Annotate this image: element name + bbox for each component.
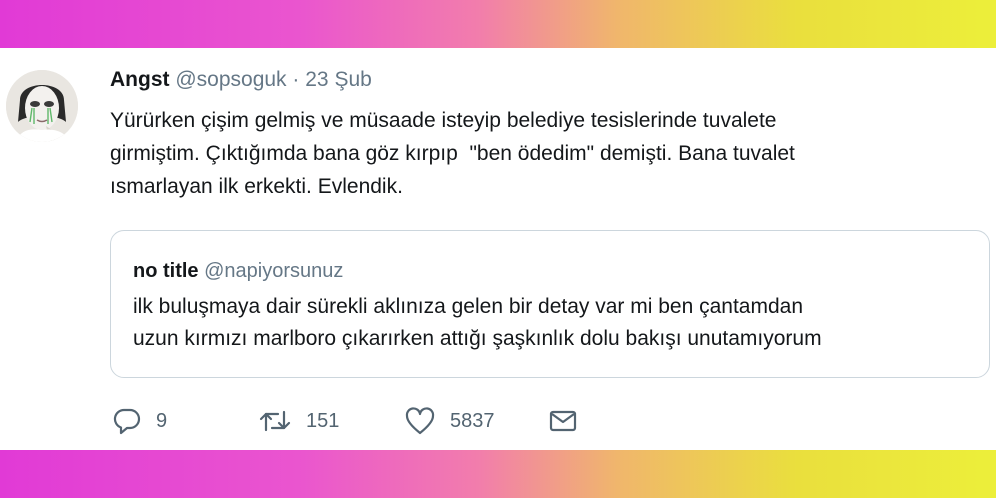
tweet-text: Yürürken çişim gelmiş ve müsaade isteyip… bbox=[110, 104, 970, 203]
retweet-button[interactable]: 151 bbox=[258, 404, 339, 438]
reply-button[interactable]: 9 bbox=[112, 404, 167, 438]
quoted-author-handle: @napiyorsunuz bbox=[204, 260, 344, 282]
tweet-text-line: Yürürken çişim gelmiş ve müsaade isteyip… bbox=[110, 109, 777, 132]
heart-icon bbox=[405, 407, 435, 435]
author-handle[interactable]: @sopsoguk bbox=[175, 68, 286, 91]
author-name[interactable]: Angst bbox=[110, 68, 170, 91]
tweet-card: Angst @sopsoguk · 23 Şub Yürürken çişim … bbox=[0, 48, 996, 450]
reply-count: 9 bbox=[156, 409, 168, 432]
quoted-tweet[interactable]: no title @napiyorsunuz ilk buluşmaya dai… bbox=[110, 230, 990, 378]
tweet-header: Angst @sopsoguk · 23 Şub bbox=[110, 68, 372, 92]
header-separator: · bbox=[292, 68, 300, 91]
gradient-band-bottom bbox=[0, 450, 996, 498]
tweet-text-line: ısmarlayan ilk erkekti. Evlendik. bbox=[110, 175, 403, 198]
like-button[interactable]: 5837 bbox=[404, 404, 495, 438]
quoted-text-line: ilk buluşmaya dair sürekli aklınıza gele… bbox=[133, 295, 804, 318]
gradient-band-top bbox=[0, 0, 996, 48]
tweet-date[interactable]: 23 Şub bbox=[305, 68, 372, 91]
reply-icon bbox=[113, 408, 141, 435]
message-button[interactable] bbox=[548, 404, 578, 438]
tweet-actions: 9 151 5837 bbox=[112, 404, 592, 438]
avatar[interactable] bbox=[6, 70, 78, 142]
tweet-text-line: girmiştim. Çıktığımda bana göz kırpıp "b… bbox=[110, 142, 795, 165]
quoted-text-line: uzun kırmızı marlboro çıkarırken attığı … bbox=[133, 327, 822, 350]
retweet-count: 151 bbox=[306, 409, 340, 432]
quoted-tweet-text: ilk buluşmaya dair sürekli aklınıza gele… bbox=[133, 291, 973, 355]
retweet-icon bbox=[259, 410, 291, 432]
avatar-image bbox=[6, 70, 78, 142]
quoted-tweet-header: no title @napiyorsunuz bbox=[133, 259, 343, 283]
like-count: 5837 bbox=[450, 409, 495, 432]
envelope-icon bbox=[549, 410, 577, 432]
quoted-author-name: no title bbox=[133, 260, 199, 282]
